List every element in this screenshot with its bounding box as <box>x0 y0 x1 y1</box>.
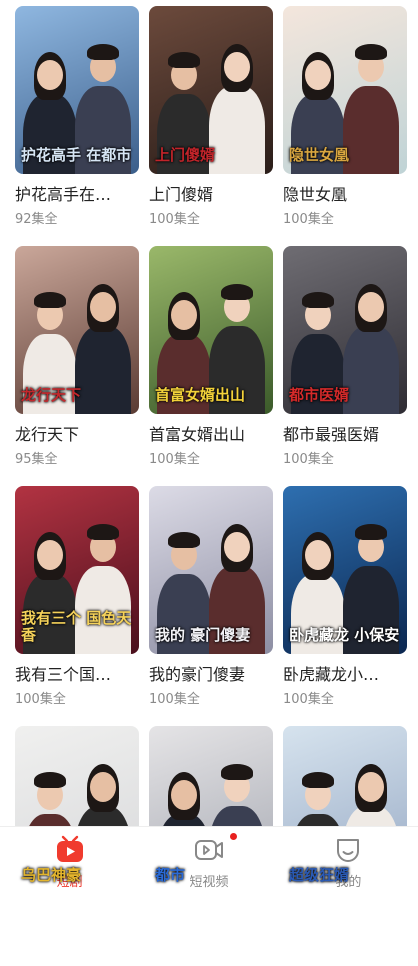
poster-title: 首富女婿出山 <box>155 385 246 404</box>
poster-face <box>171 300 197 330</box>
drama-title: 首富女婿出山 <box>149 425 246 444</box>
poster-face <box>90 772 116 802</box>
poster-title: 上门傻婿 <box>155 145 216 164</box>
drama-card[interactable]: 首富女婿出山 首富女婿出山 100集全 <box>149 246 273 486</box>
poster-title: 龙行天下 <box>21 385 82 404</box>
poster-title: 乌巴神豪 <box>21 865 82 884</box>
poster-hair <box>355 524 387 540</box>
profile-icon <box>333 835 363 865</box>
poster-hair <box>34 772 66 788</box>
drama-card[interactable]: 护花高手 在都市护花高手在… 92集全 <box>15 6 139 246</box>
drama-card[interactable]: 龙行天下 龙行天下 95集全 <box>15 246 139 486</box>
poster-hair <box>355 44 387 60</box>
drama-card[interactable]: 卧虎藏龙 小保安卧虎藏龙小… 100集全 <box>283 486 407 726</box>
video-icon <box>194 835 224 865</box>
drama-poster[interactable]: 都市 <box>149 726 273 894</box>
episode-count: 100集全 <box>149 692 200 707</box>
drama-poster[interactable]: 首富女婿出山 <box>149 246 273 414</box>
drama-poster[interactable]: 护花高手 在都市 <box>15 6 139 174</box>
drama-grid: 护花高手 在都市 护花高手在… 92集全 上门傻婿 上门傻婿 100集全 隐世女凰 隐世女凰 1… <box>15 6 408 966</box>
poster-face <box>90 292 116 322</box>
drama-title: 卧虎藏龙小… <box>283 665 380 684</box>
episode-count: 100集全 <box>15 692 66 707</box>
tab-short-video[interactable]: 短视频 <box>139 827 278 898</box>
episode-count: 100集全 <box>283 212 334 227</box>
drama-poster[interactable]: 龙行天下 <box>15 246 139 414</box>
drama-card[interactable]: 上门傻婿 上门傻婿 100集全 <box>149 6 273 246</box>
drama-poster[interactable]: 卧虎藏龙 小保安 <box>283 486 407 654</box>
episode-count: 95集全 <box>15 452 58 467</box>
drama-poster[interactable]: 超级狂婿 <box>283 726 407 894</box>
drama-poster[interactable]: 上门傻婿 <box>149 6 273 174</box>
tab-mine[interactable]: 我的 <box>279 827 418 898</box>
drama-title <box>283 904 407 926</box>
episode-count: 100集全 <box>149 452 200 467</box>
tv-icon <box>55 835 85 865</box>
poster-title: 超级狂婿 <box>289 865 350 884</box>
poster-face <box>224 52 250 82</box>
poster-face <box>358 772 384 802</box>
poster-hair <box>34 292 66 308</box>
poster-hair <box>221 764 253 780</box>
episode-count <box>283 931 407 949</box>
bottom-tab-bar: 短剧 短视频 我的 <box>0 826 418 898</box>
poster-face <box>305 540 331 570</box>
episode-count: 100集全 <box>283 692 334 707</box>
episode-count <box>15 931 139 949</box>
drama-title: 我的豪门傻妻 <box>149 665 246 684</box>
poster-title: 都市 <box>155 865 186 884</box>
drama-card[interactable]: 都市医婿都市最强医婿 100集全 <box>283 246 407 486</box>
poster-hair <box>87 524 119 540</box>
drama-card[interactable]: 我的 豪门傻妻我的豪门傻妻 100集全 <box>149 486 273 726</box>
poster-face <box>171 780 197 810</box>
drama-poster[interactable]: 我的 豪门傻妻 <box>149 486 273 654</box>
drama-poster[interactable]: 隐世女凰 <box>283 6 407 174</box>
drama-title <box>149 904 273 926</box>
drama-poster[interactable]: 我有三个 国色天香 <box>15 486 139 654</box>
drama-title: 都市最强医婿 <box>283 425 380 444</box>
drama-title: 龙行天下 <box>15 425 80 444</box>
poster-face <box>358 292 384 322</box>
poster-hair <box>168 532 200 548</box>
notification-badge <box>230 833 237 840</box>
episode-count <box>149 931 273 949</box>
poster-hair <box>221 284 253 300</box>
poster-face <box>37 60 63 90</box>
episode-count: 100集全 <box>149 212 200 227</box>
drama-card[interactable]: 我有三个 国色天香我有三个国… 100集全 <box>15 486 139 726</box>
poster-title: 隐世女凰 <box>289 145 350 164</box>
poster-title: 护花高手 在都市 <box>21 145 132 164</box>
drama-title: 我有三个国… <box>15 665 112 684</box>
drama-card[interactable]: 隐世女凰 隐世女凰 100集全 <box>283 6 407 246</box>
episode-count: 100集全 <box>283 452 334 467</box>
poster-face <box>224 532 250 562</box>
episode-count: 92集全 <box>15 212 58 227</box>
poster-title: 我有三个 国色天香 <box>21 608 132 644</box>
poster-hair <box>168 52 200 68</box>
poster-hair <box>87 44 119 60</box>
tab-short-drama[interactable]: 短剧 <box>0 827 139 898</box>
drama-title: 护花高手在… <box>15 185 112 204</box>
drama-poster[interactable]: 乌巴神豪 <box>15 726 139 894</box>
drama-title: 上门傻婿 <box>149 185 214 204</box>
drama-poster[interactable]: 都市医婿 <box>283 246 407 414</box>
poster-face <box>37 540 63 570</box>
poster-title: 我的 豪门傻妻 <box>155 625 251 644</box>
poster-hair <box>302 772 334 788</box>
drama-title <box>15 904 139 926</box>
poster-hair <box>302 292 334 308</box>
poster-title: 卧虎藏龙 小保安 <box>289 625 400 644</box>
drama-title: 隐世女凰 <box>283 185 348 204</box>
poster-title: 都市医婿 <box>289 385 350 404</box>
poster-face <box>305 60 331 90</box>
